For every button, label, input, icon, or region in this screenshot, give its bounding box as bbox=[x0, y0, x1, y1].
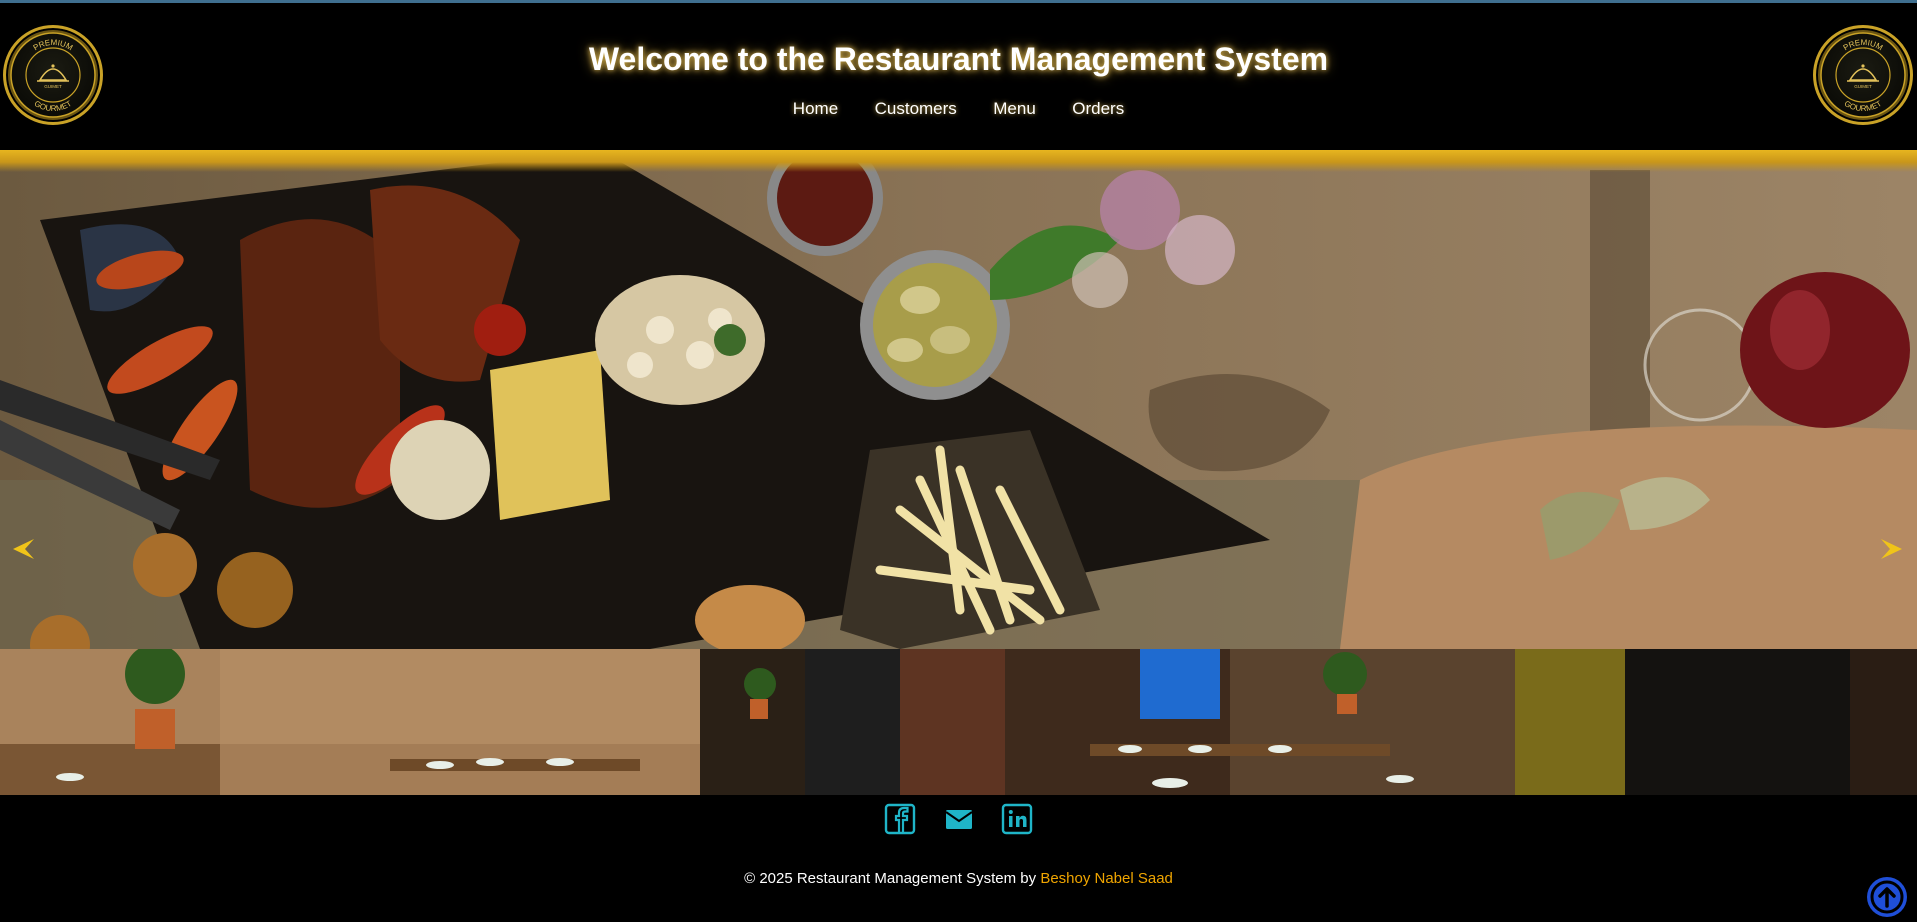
linkedin-icon[interactable] bbox=[1001, 803, 1033, 835]
hero-carousel bbox=[0, 150, 1917, 649]
hero-gold-accent bbox=[0, 150, 1917, 172]
arrow-up-circle-icon bbox=[1870, 880, 1904, 914]
author-link[interactable]: Beshoy Nabel Saad bbox=[1040, 870, 1173, 887]
scroll-to-top-button[interactable] bbox=[1867, 877, 1907, 917]
restaurant-interior-image bbox=[0, 649, 1917, 795]
main-nav: Home Customers Menu Orders bbox=[0, 99, 1917, 119]
site-header: PREMIUM GOURMET GUIMET Welcome to the Re… bbox=[0, 3, 1917, 150]
food-table-image bbox=[0, 150, 1917, 649]
nav-orders[interactable]: Orders bbox=[1072, 99, 1124, 119]
premium-gourmet-logo: PREMIUM GOURMET GUIMET bbox=[1813, 25, 1913, 125]
nav-customers[interactable]: Customers bbox=[875, 99, 957, 119]
email-icon[interactable] bbox=[943, 803, 975, 835]
svg-text:GUIMET: GUIMET bbox=[1854, 84, 1872, 89]
nav-home[interactable]: Home bbox=[793, 99, 838, 119]
carousel-next-arrow-icon[interactable] bbox=[1879, 536, 1905, 562]
social-links bbox=[0, 803, 1917, 839]
page-title: Welcome to the Restaurant Management Sys… bbox=[588, 41, 1329, 77]
site-footer: © 2025 Restaurant Management System by B… bbox=[0, 870, 1917, 887]
copyright-text: © 2025 Restaurant Management System by bbox=[744, 870, 1041, 887]
svg-text:GOURMET: GOURMET bbox=[1843, 99, 1884, 113]
nav-menu[interactable]: Menu bbox=[993, 99, 1036, 119]
svg-text:PREMIUM: PREMIUM bbox=[1842, 38, 1885, 53]
carousel-prev-arrow-icon[interactable] bbox=[10, 536, 36, 562]
facebook-icon[interactable] bbox=[884, 803, 916, 835]
svg-text:GUIMET: GUIMET bbox=[44, 84, 62, 89]
